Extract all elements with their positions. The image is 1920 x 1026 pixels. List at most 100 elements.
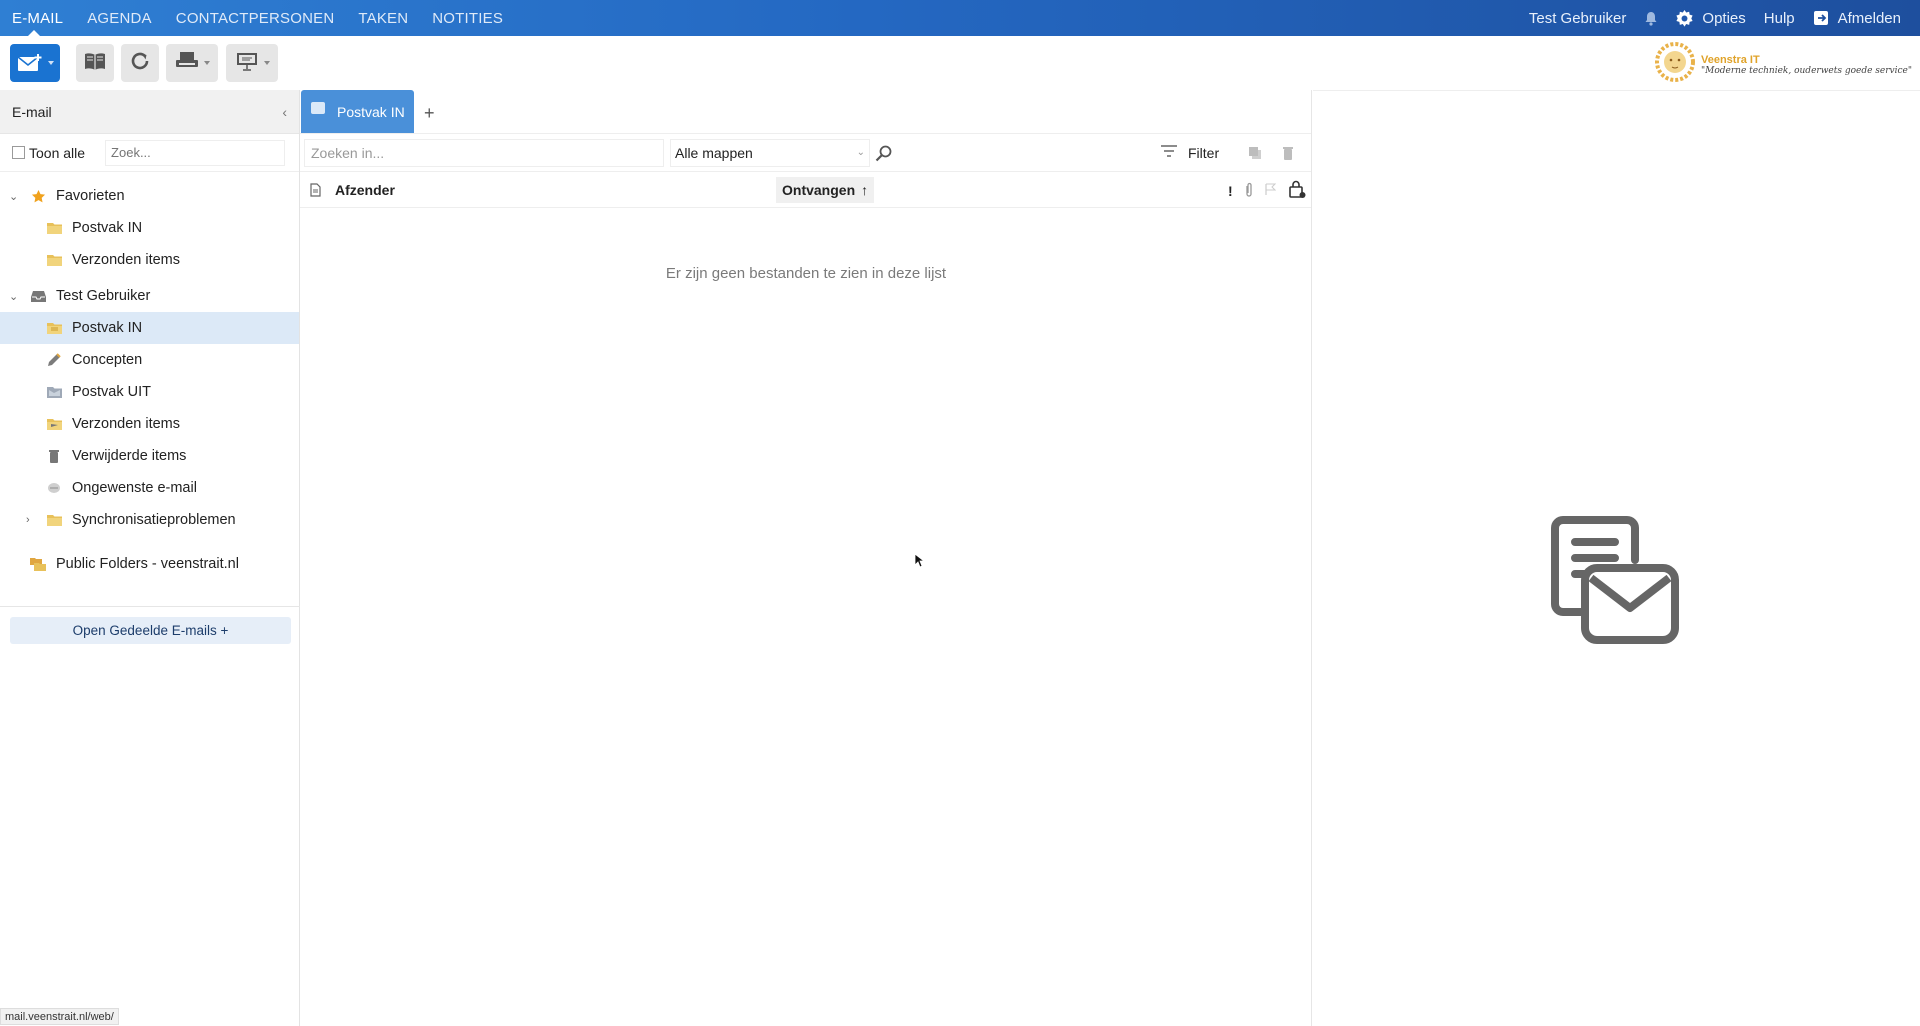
lock-icon[interactable]: [1288, 180, 1306, 201]
help-link[interactable]: Hulp: [1755, 0, 1804, 36]
top-bar: E-MAIL AGENDA CONTACTPERSONEN TAKEN NOTI…: [0, 0, 1920, 36]
folder-scope-select[interactable]: Alle mappen ⌄: [670, 138, 870, 167]
chevron-down-icon[interactable]: [203, 61, 210, 65]
folder-item-inbox[interactable]: Postvak IN: [0, 312, 299, 344]
folder-item-sent[interactable]: Verzonden items: [0, 408, 299, 440]
fav-item-inbox[interactable]: Postvak IN: [0, 212, 299, 244]
folder-item-junk[interactable]: Ongewenste e-mail: [0, 472, 299, 504]
column-received[interactable]: Ontvangen ↑: [776, 177, 875, 203]
public-folders-label: Public Folders - veenstrait.nl: [56, 556, 239, 572]
presentation-button[interactable]: [226, 44, 278, 82]
show-all-checkbox[interactable]: [12, 146, 25, 159]
folder-item-label: Verwijderde items: [72, 448, 187, 464]
trash-icon: [46, 449, 62, 463]
add-tab-button[interactable]: +: [424, 103, 435, 133]
filter-button[interactable]: Filter: [1160, 144, 1219, 161]
nav-tab-agenda[interactable]: AGENDA: [75, 0, 164, 36]
refresh-button[interactable]: [121, 44, 159, 82]
folder-item-deleted[interactable]: Verwijderde items: [0, 440, 299, 472]
list-tabs: Postvak IN +: [300, 90, 1311, 134]
favorites-label: Favorieten: [56, 188, 125, 204]
nav-tab-tasks[interactable]: TAKEN: [346, 0, 420, 36]
logo-brand: Veenstra IT: [1700, 53, 1760, 66]
folder-item-label: Synchronisatieproblemen: [72, 512, 236, 528]
options-link[interactable]: Opties: [1702, 0, 1754, 36]
tab-label: Postvak IN: [337, 103, 405, 120]
inbox-tray-icon: [30, 289, 46, 303]
sort-arrow-up-icon: ↑: [861, 182, 869, 198]
main-nav: E-MAIL AGENDA CONTACTPERSONEN TAKEN NOTI…: [0, 0, 515, 36]
outbox-folder-icon: [46, 385, 62, 399]
gear-icon[interactable]: [1667, 0, 1702, 36]
folder-item-label: Concepten: [72, 352, 143, 368]
folder-search-input[interactable]: [105, 139, 286, 166]
column-flags: !: [1228, 180, 1306, 201]
logout-link[interactable]: Afmelden: [1838, 0, 1910, 36]
list-column-header: Afzender Ontvangen ↑ !: [300, 172, 1311, 208]
nav-tab-contacts[interactable]: CONTACTPERSONEN: [164, 0, 347, 36]
chevron-down-icon[interactable]: [263, 61, 270, 65]
folder-item-outbox[interactable]: Postvak UIT: [0, 376, 299, 408]
public-folders-icon: [30, 557, 46, 571]
reading-pane: [1313, 90, 1920, 1026]
fav-item-label: Postvak IN: [72, 220, 143, 236]
address-book-button[interactable]: [76, 44, 114, 82]
lion-logo-icon: [1654, 40, 1695, 89]
folder-item-drafts[interactable]: Concepten: [0, 344, 299, 376]
pencil-icon: [46, 353, 62, 367]
status-bar-url: mail.veenstrait.nl/web/: [0, 1008, 119, 1025]
logout-icon[interactable]: [1804, 0, 1838, 36]
mail-search-input[interactable]: Zoeken in...: [304, 138, 664, 167]
column-sender[interactable]: Afzender: [335, 182, 395, 198]
folder-item-label: Postvak UIT: [72, 384, 151, 400]
fav-item-label: Verzonden items: [72, 252, 181, 268]
chevron-down-icon: ⌄: [856, 147, 865, 158]
folder-tab-icon: [311, 101, 325, 114]
print-button[interactable]: [166, 44, 218, 82]
empty-list-message: Er zijn geen bestanden te zien in deze l…: [665, 265, 947, 282]
chevron-down-icon[interactable]: [47, 61, 54, 65]
refresh-icon: [129, 50, 151, 77]
folder-scope-value: Alle mappen: [675, 144, 753, 161]
fav-item-sent[interactable]: Verzonden items: [0, 244, 299, 276]
tree-account[interactable]: ⌄ Test Gebruiker: [0, 280, 299, 312]
flag-icon[interactable]: [1265, 183, 1276, 199]
list-search-row: Zoeken in... Alle mappen ⌄ Filter: [300, 134, 1311, 172]
sent-folder-icon: [46, 417, 62, 431]
new-mail-button[interactable]: [10, 44, 60, 82]
search-icon[interactable]: [875, 145, 892, 167]
sidebar-divider: [0, 606, 300, 607]
nav-tab-notes[interactable]: NOTITIES: [420, 0, 515, 36]
document-icon: [310, 183, 321, 200]
inbox-folder-icon: [46, 321, 62, 335]
chevron-down-icon[interactable]: ⌄: [9, 190, 18, 203]
toolbar: [0, 36, 1920, 90]
sidebar-header: E-mail ‹: [0, 90, 299, 134]
printer-icon: [175, 51, 199, 76]
logo-slogan: "Moderne techniek, ouderwets goede servi…: [1700, 65, 1912, 76]
nav-tab-email[interactable]: E-MAIL: [0, 0, 75, 36]
company-logo: Veenstra IT "Moderne techniek, ouderwets…: [1654, 40, 1912, 89]
bell-icon[interactable]: [1635, 0, 1667, 36]
chevron-down-icon[interactable]: ⌄: [9, 290, 18, 303]
book-icon: [83, 51, 107, 76]
trash-icon[interactable]: [1282, 146, 1294, 165]
tree-favorites[interactable]: ⌄ Favorieten: [0, 180, 299, 212]
folder-item-label: Ongewenste e-mail: [72, 480, 197, 496]
tree-public-folders[interactable]: Public Folders - veenstrait.nl: [0, 548, 299, 580]
attachment-icon[interactable]: [1245, 182, 1253, 200]
mouse-pointer-icon: [914, 553, 926, 573]
folder-item-sync-problems[interactable]: › Synchronisatieproblemen: [0, 504, 299, 536]
account-label: Test Gebruiker: [56, 288, 151, 304]
column-received-label: Ontvangen: [782, 182, 856, 198]
user-name[interactable]: Test Gebruiker: [1520, 0, 1636, 36]
importance-icon[interactable]: !: [1228, 183, 1233, 199]
presentation-icon: [235, 51, 259, 76]
open-shared-mail-button[interactable]: Open Gedeelde E-mails +: [10, 617, 291, 644]
collapse-icon[interactable]: ‹: [282, 104, 287, 120]
tab-inbox[interactable]: Postvak IN: [301, 90, 414, 133]
copy-icon[interactable]: [1248, 146, 1262, 165]
folder-sidebar: E-mail ‹ Toon alle ⌄ Favorieten Postvak …: [0, 90, 300, 1026]
chevron-right-icon[interactable]: ›: [26, 514, 30, 526]
show-all-label: Toon alle: [29, 144, 86, 161]
